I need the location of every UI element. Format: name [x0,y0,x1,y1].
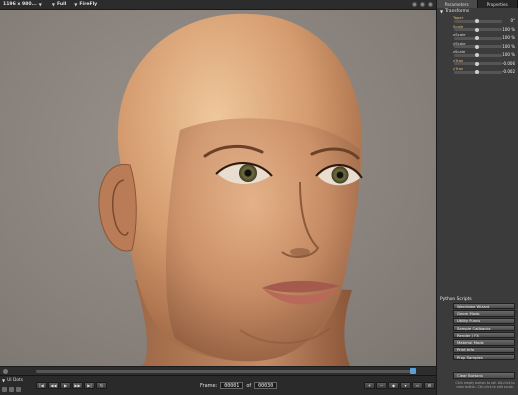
rendered-head-image [98,13,363,366]
tab-parameters[interactable]: Parameters [437,0,478,8]
step-back-icon[interactable]: ◀◀ [48,382,59,389]
chevron-down-icon: ▼ [51,2,55,7]
current-frame-field[interactable]: 00001 [220,382,244,389]
parameter-slider[interactable] [454,70,502,74]
python-scripts-title: Python Scripts [440,297,472,302]
frame-label: Frame: [200,382,218,389]
key-options-icon[interactable]: ▾ [400,382,411,389]
parameter-value[interactable]: 100 % [502,52,515,57]
parameter-dial[interactable]: yScale 100 % [453,41,515,50]
render-viewport[interactable] [0,10,436,366]
parameter-dial[interactable]: xTran -0.006 [453,58,515,67]
slider-knob[interactable] [475,70,479,74]
python-scripts-header: Python Scripts [440,297,472,302]
add-keyframe-icon[interactable]: + [364,382,375,389]
tab-properties[interactable]: Properties [478,0,518,8]
slider-knob[interactable] [475,61,479,66]
go-to-end-icon[interactable]: ▶| [84,382,95,389]
play-icon[interactable]: ▶ [60,382,71,389]
close-icon[interactable] [428,2,433,7]
step-forward-icon[interactable]: ▶▶ [72,382,83,389]
python-scripts-list: Wardrobe Wizard Geom Mods Utility Funcs Sam… [453,303,515,361]
loop-icon[interactable]: ↻ [96,382,107,389]
parameter-slider[interactable] [454,19,502,23]
script-button[interactable]: Utility Funcs [453,317,515,324]
slider-knob[interactable] [475,44,479,49]
view-label: Full [56,2,67,7]
slider-knob[interactable] [475,53,479,57]
script-button[interactable]: Sample Callbacks [453,324,515,332]
resolution-label: 1196 x 980... [3,2,37,7]
chevron-down-icon: ▼ [440,9,444,14]
parameter-value[interactable]: -0.002 [502,69,515,74]
remove-keyframe-icon[interactable]: − [376,382,387,389]
dot-icon[interactable] [16,387,21,392]
script-button[interactable]: Geom Mods [453,310,515,317]
renderer-label: FireFly [79,2,98,7]
parameter-slider[interactable] [454,44,502,49]
parameter-dial[interactable]: Scale 100 % [453,24,515,33]
timeline-track[interactable] [36,370,416,373]
parameter-dial[interactable]: yTran -0.002 [453,66,515,75]
graph-icon[interactable]: ≈ [412,382,423,389]
parameter-slider[interactable] [454,36,502,40]
parameter-dial[interactable]: Taper 0° [453,15,515,24]
script-button[interactable]: Render / FX [453,332,515,339]
script-button[interactable]: Prop Samples [453,354,515,361]
ui-dots-label: UI Dots [7,378,24,383]
transport-left: |◀ ◀◀ ▶ ▶▶ ▶| ↻ [36,382,107,389]
slider-knob[interactable] [475,27,479,32]
total-frames-field[interactable]: 00030 [254,382,278,389]
script-button[interactable]: Material Mods [453,339,515,346]
go-to-start-icon[interactable]: |◀ [36,382,47,389]
slider-knob[interactable] [475,36,479,40]
render-icon[interactable] [420,2,425,7]
viewport-toolbar: 1196 x 980... ▼ ▼ Full ▼ FireFly [0,0,436,10]
parameter-value[interactable]: 0° [510,18,515,23]
ui-dots-toggle[interactable]: ▼ UI Dots [2,378,23,383]
transport-right: + − ◆ ▾ ≈ ⚙ [364,382,435,389]
script-button[interactable]: Print Info [453,346,515,354]
parameter-value[interactable]: -0.006 [502,61,515,66]
dot-icon[interactable] [2,387,7,392]
parameter-value[interactable]: 100 % [502,27,515,32]
scripts-help-text: Click empty button to set. Alt-click to … [455,381,515,389]
script-button[interactable]: Wardrobe Wizard [453,303,515,310]
parameter-dial[interactable]: zScale 100 % [453,49,515,58]
renderer-menu[interactable]: ▼ FireFly [74,2,97,7]
parameters-panel: Parameters Properties ▼ Transforms Taper… [436,0,518,395]
parameter-list: Taper 0° Scale 100 % xScale 100 % yScale 100 % z… [437,15,518,75]
render-settings-icon[interactable] [412,2,417,7]
frame-counter: Frame: 00001 of 00030 [200,382,278,389]
slider-knob[interactable] [475,19,479,23]
parameter-slider[interactable] [454,61,502,66]
panel-tabs: Parameters Properties [437,0,518,8]
chevron-down-icon: ▼ [38,2,42,7]
dot-icon[interactable] [9,387,14,392]
chevron-down-icon: ▼ [2,378,6,383]
timeline-bar [0,366,436,375]
chevron-down-icon: ▼ [74,2,78,7]
parameter-slider[interactable] [454,53,502,57]
transforms-title: Transforms [445,9,470,14]
parameter-value[interactable]: 100 % [502,35,515,40]
keyframe-icon[interactable]: ◆ [388,382,399,389]
parameter-slider[interactable] [454,27,502,32]
window-controls [412,2,433,7]
resolution-menu[interactable]: 1196 x 980... ▼ [3,2,44,7]
animation-controls: ▼ UI Dots |◀ ◀◀ ▶ ▶▶ ▶| ↻ Frame: 00001 o… [0,375,436,395]
ui-dots-icons [2,387,21,392]
parameter-dial[interactable]: xScale 100 % [453,32,515,41]
parameter-value[interactable]: 100 % [502,44,515,49]
view-menu[interactable]: ▼ Full [52,2,66,7]
timeline-scrubber[interactable] [410,368,416,374]
frame-of-label: of [246,382,252,389]
timeline-toggle-icon[interactable] [3,369,8,374]
clear-buttons-button[interactable]: Clear Buttons [453,372,515,379]
transforms-section-header[interactable]: ▼ Transforms [437,8,518,15]
settings-icon[interactable]: ⚙ [424,382,435,389]
